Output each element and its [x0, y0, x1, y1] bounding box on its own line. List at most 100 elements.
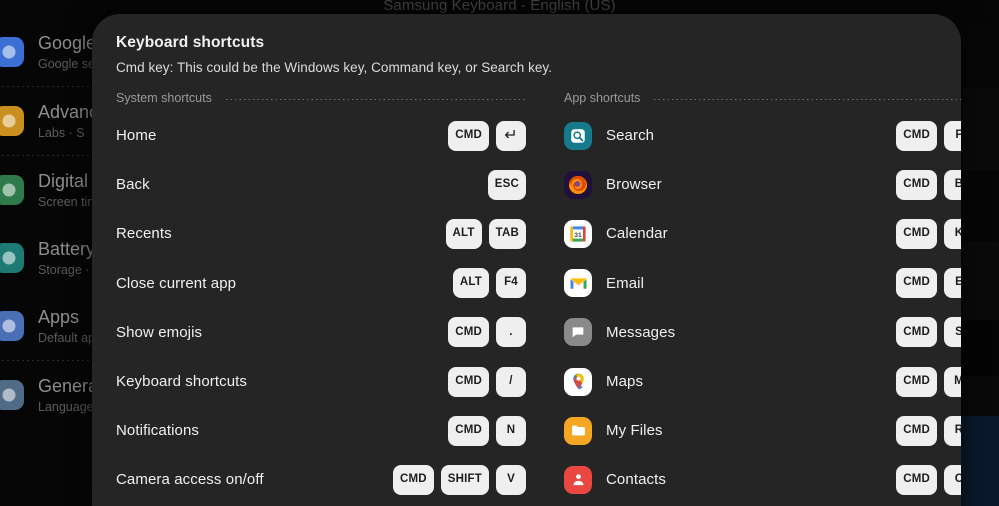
key-m: M: [944, 366, 961, 397]
shortcut-keys: CMD C: [896, 464, 961, 495]
app-shortcut-row-maps[interactable]: Maps CMD M: [564, 357, 961, 406]
app-shortcut-row-my-files[interactable]: My Files CMD R: [564, 406, 961, 455]
shortcut-keys: CMD E: [896, 268, 961, 299]
shortcut-row-keyboard-shortcuts[interactable]: Keyboard shortcuts CMD /: [116, 357, 526, 406]
settings-item-label: Apps: [38, 306, 80, 327]
app-shortcut-row-messages[interactable]: Messages CMD S: [564, 308, 961, 357]
shortcut-row-camera-access[interactable]: Camera access on/off CMD SHIFT V: [116, 455, 526, 504]
shortcut-keys: CMD .: [448, 317, 526, 348]
my-files-icon: [564, 416, 592, 445]
shortcut-label: Home: [116, 127, 157, 145]
shortcut-keys: CMD /: [448, 366, 526, 397]
system-shortcuts-heading: System shortcuts: [116, 89, 526, 107]
shortcut-label: Show emojis: [116, 323, 203, 341]
firefox-icon: [564, 170, 592, 199]
settings-item-sub: Google se: [38, 56, 95, 71]
shortcut-row-recents[interactable]: Recents ALT TAB: [116, 209, 526, 258]
shortcut-row-home[interactable]: Home CMD ↵: [116, 111, 526, 160]
section-rule: [225, 98, 526, 100]
contacts-icon: [564, 465, 592, 494]
settings-item-label: Google: [38, 32, 97, 53]
app-shortcut-label: Contacts: [606, 471, 666, 489]
app-shortcuts-heading: App shortcuts: [564, 89, 961, 107]
key-slash: /: [496, 366, 526, 397]
key-enter: ↵: [496, 120, 526, 151]
app-shortcut-row-search[interactable]: Search CMD F: [564, 111, 961, 160]
key-cmd: CMD: [896, 120, 937, 151]
app-shortcut-label: Browser: [606, 176, 662, 194]
google-icon: [0, 37, 24, 67]
advanced-features-icon: [0, 106, 24, 136]
key-k: K: [944, 218, 961, 249]
shortcut-label: Camera access on/off: [116, 471, 264, 489]
key-n: N: [496, 415, 526, 446]
key-cmd: CMD: [896, 415, 937, 446]
system-shortcuts-column: System shortcuts Home CMD ↵ Back ESC Rec…: [116, 89, 526, 505]
settings-item-label: Battery: [38, 238, 96, 259]
shortcut-keys: ALT F4: [452, 268, 526, 299]
keyboard-status-title: Samsung Keyboard - English (US): [383, 0, 616, 14]
apps-icon: [0, 311, 24, 341]
shortcut-keys: CMD F: [896, 120, 961, 151]
app-shortcut-label: Search: [606, 127, 655, 145]
shortcut-label: Keyboard shortcuts: [116, 373, 248, 391]
dialog-title: Keyboard shortcuts: [116, 34, 265, 51]
app-shortcut-label: Calendar: [606, 225, 668, 243]
calendar-icon: 31: [564, 219, 592, 248]
shortcut-keys: CMD B: [896, 169, 961, 200]
key-shift: SHIFT: [440, 464, 489, 495]
key-cmd: CMD: [448, 366, 489, 397]
messages-icon: [564, 318, 592, 347]
shortcut-row-show-emojis[interactable]: Show emojis CMD .: [116, 308, 526, 357]
keyboard-shortcuts-dialog: Keyboard shortcuts Cmd key: This could b…: [92, 14, 961, 506]
search-app-icon: [564, 121, 592, 150]
shortcut-keys: CMD R: [896, 415, 961, 446]
shortcut-keys: ESC: [487, 169, 526, 200]
app-shortcut-row-browser[interactable]: Browser CMD B: [564, 160, 961, 209]
shortcut-keys: CMD K: [896, 218, 961, 249]
key-cmd: CMD: [448, 317, 489, 348]
settings-item-sub: Storage ·: [38, 262, 90, 277]
key-cmd: CMD: [392, 464, 434, 495]
section-label: App shortcuts: [564, 91, 641, 105]
shortcut-label: Back: [116, 176, 150, 194]
key-r: R: [944, 415, 961, 446]
key-esc: ESC: [487, 169, 526, 200]
dialog-subtitle: Cmd key: This could be the Windows key, …: [116, 60, 553, 75]
key-cmd: CMD: [448, 120, 489, 151]
shortcuts-columns: System shortcuts Home CMD ↵ Back ESC Rec…: [116, 89, 961, 505]
shortcut-keys: CMD S: [896, 317, 961, 348]
digital-wellbeing-icon: [0, 175, 24, 205]
shortcut-keys: CMD N: [448, 415, 526, 446]
app-shortcuts-column: App shortcuts Search CMD F Browser CMD B…: [564, 89, 961, 505]
key-alt: ALT: [452, 268, 489, 299]
key-f4: F4: [496, 268, 526, 299]
general-management-icon: [0, 380, 24, 410]
key-e: E: [944, 268, 961, 299]
maps-icon: [564, 367, 592, 396]
key-cmd: CMD: [896, 268, 937, 299]
shortcut-row-close-current-app[interactable]: Close current app ALT F4: [116, 259, 526, 308]
key-period: .: [496, 317, 526, 348]
app-shortcut-row-calendar[interactable]: 31 Calendar CMD K: [564, 209, 961, 258]
app-shortcut-label: Messages: [606, 323, 676, 341]
key-c: C: [944, 464, 961, 495]
key-cmd: CMD: [896, 317, 937, 348]
key-tab: TAB: [488, 218, 526, 249]
section-rule: [654, 98, 961, 100]
shortcut-label: Notifications: [116, 422, 200, 440]
shortcut-row-notifications[interactable]: Notifications CMD N: [116, 406, 526, 455]
battery-icon: [0, 243, 24, 273]
app-shortcut-row-email[interactable]: Email CMD E: [564, 259, 961, 308]
key-cmd: CMD: [896, 169, 937, 200]
shortcut-label: Recents: [116, 225, 172, 243]
key-cmd: CMD: [896, 218, 937, 249]
shortcut-row-back[interactable]: Back ESC: [116, 160, 526, 209]
app-shortcut-row-contacts[interactable]: Contacts CMD C: [564, 455, 961, 504]
shortcut-keys: ALT TAB: [445, 218, 526, 249]
gmail-icon: [564, 269, 592, 298]
shortcut-keys: CMD ↵: [448, 120, 526, 151]
screen: Samsung Keyboard - English (US) Google G…: [0, 0, 999, 506]
shortcut-keys: CMD SHIFT V: [392, 464, 526, 495]
key-f: F: [944, 120, 961, 151]
